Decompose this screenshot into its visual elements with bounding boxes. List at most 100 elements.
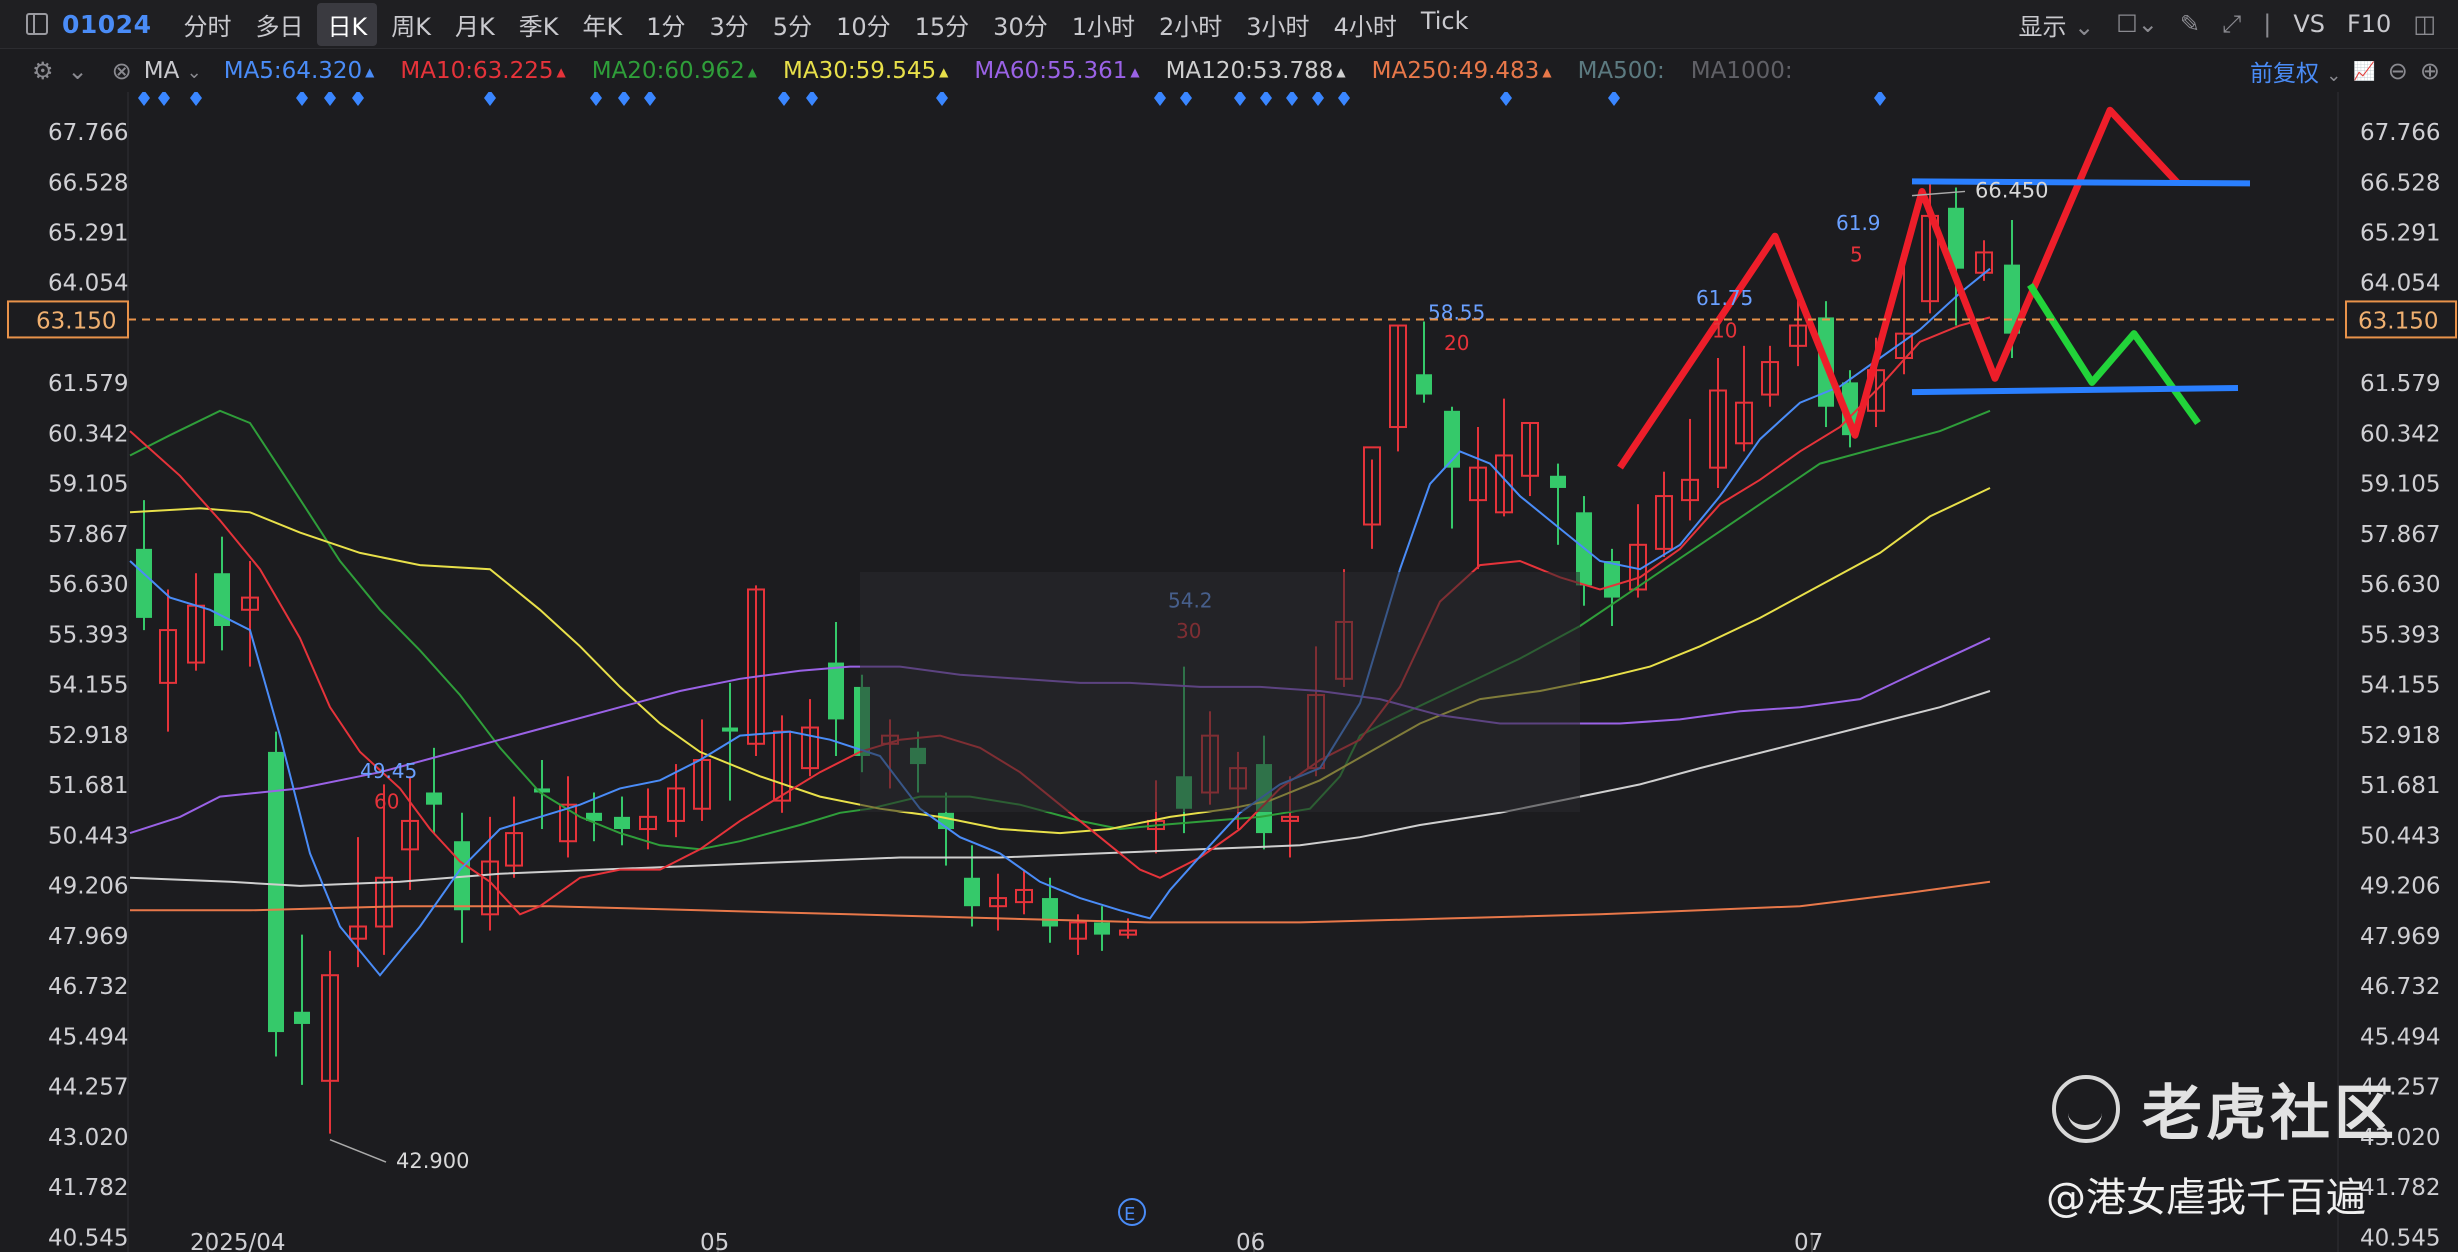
current-price-label: 63.150 <box>2358 308 2438 334</box>
price-label: 66.528 <box>2360 170 2440 196</box>
tab-period[interactable]: 15分 <box>905 3 980 46</box>
resistance-line <box>1911 178 2251 187</box>
price-label: 43.020 <box>48 1125 128 1151</box>
candle-body <box>1604 561 1620 598</box>
tab-period[interactable]: 日K <box>317 2 378 46</box>
tab-period[interactable]: 1分 <box>636 3 695 46</box>
signal-diamond <box>778 92 790 106</box>
f10-button[interactable]: F10 <box>2347 10 2391 38</box>
price-label: 46.732 <box>48 974 128 1000</box>
signal-diamond <box>1338 92 1350 106</box>
tab-period[interactable]: 周K <box>381 3 441 46</box>
price-label: 59.105 <box>48 472 128 498</box>
close-icon[interactable]: ⊗ <box>112 57 132 85</box>
ma-arrow-icon: ▲ <box>1130 64 1140 79</box>
pen-icon[interactable]: ✎ <box>2180 10 2200 38</box>
price-label: 54.155 <box>48 673 128 699</box>
date-label: 05 <box>700 1230 729 1252</box>
tab-period[interactable]: 月K <box>445 3 505 46</box>
layout-select[interactable]: ☐⌄ <box>2116 10 2158 38</box>
tab-period[interactable]: 多日 <box>245 3 313 46</box>
gear-icon[interactable]: ⚙ <box>32 57 54 85</box>
price-label: 54.155 <box>2360 673 2440 699</box>
price-label: 41.782 <box>48 1175 128 1201</box>
vs-button[interactable]: VS <box>2293 10 2325 38</box>
price-label: 60.342 <box>48 421 128 447</box>
sidebar-toggle-icon[interactable] <box>26 13 48 35</box>
price-label: 59.105 <box>2360 472 2440 498</box>
tab-period[interactable]: 3小时 <box>1236 3 1319 46</box>
date-label: 07 <box>1794 1230 1823 1252</box>
ma-value[interactable]: MA500: <box>1578 58 1665 84</box>
annotation-label: 60 <box>374 790 399 814</box>
price-label: 52.918 <box>2360 723 2440 749</box>
tab-period[interactable]: 3分 <box>700 3 759 46</box>
ma-value[interactable]: MA120:53.788 ▲ <box>1166 58 1346 84</box>
ma-value[interactable]: MA30:59.545 ▲ <box>783 58 948 84</box>
tab-period[interactable]: 年K <box>572 3 632 46</box>
candle-body <box>1416 374 1432 395</box>
signal-diamond <box>590 92 602 106</box>
annotation-label: 10 <box>1712 319 1737 343</box>
annotation-label: E <box>1124 1204 1135 1225</box>
annotation-label: 66.450 <box>1975 178 2048 202</box>
tab-period[interactable]: 分时 <box>173 3 241 46</box>
signal-diamond <box>296 92 308 106</box>
tab-period[interactable]: Tick <box>1411 3 1479 46</box>
price-label: 41.782 <box>2360 1175 2440 1201</box>
fullscreen-icon[interactable]: ⤢ <box>2222 10 2241 38</box>
signal-diamond <box>1180 92 1192 106</box>
leader-line <box>329 1138 387 1163</box>
signal-diamond <box>352 92 364 106</box>
ma-value[interactable]: MA1000: <box>1691 58 1793 84</box>
ma-value[interactable]: MA60:55.361 ▲ <box>974 58 1139 84</box>
support-line <box>1911 385 2239 396</box>
zoom-in-icon[interactable]: ⊕ <box>2420 57 2440 85</box>
adjust-select[interactable]: 前复权 ⌄ <box>2250 54 2341 88</box>
price-label: 55.393 <box>48 622 128 648</box>
annotation-label: 58.55 <box>1428 300 1485 324</box>
chevron-down-icon: ⌄ <box>2326 65 2342 86</box>
tab-period[interactable]: 2小时 <box>1149 3 1232 46</box>
tab-period[interactable]: 10分 <box>826 3 901 46</box>
price-label: 57.867 <box>48 522 128 548</box>
candle-body <box>136 548 152 618</box>
candle-body <box>426 792 442 805</box>
ma-value[interactable]: MA20:60.962 ▲ <box>592 58 757 84</box>
display-menu[interactable]: 显示 ⌄ <box>2019 7 2095 42</box>
price-label: 44.257 <box>48 1075 128 1101</box>
price-label: 57.867 <box>2360 522 2440 548</box>
zoom-out-icon[interactable]: ⊖ <box>2388 57 2408 85</box>
candle-body <box>1042 898 1058 927</box>
price-label: 60.342 <box>2360 421 2440 447</box>
tab-period[interactable]: 30分 <box>983 3 1058 46</box>
indicator-select[interactable]: MA ⌄ <box>144 58 202 84</box>
collapse-icon[interactable]: ⌄ <box>68 57 88 85</box>
tab-period[interactable]: 4小时 <box>1324 3 1407 46</box>
signal-diamond <box>806 92 818 106</box>
price-label: 64.054 <box>48 271 128 297</box>
ma-value[interactable]: MA10:63.225 ▲ <box>400 58 565 84</box>
stock-code[interactable]: 01024 <box>62 10 151 39</box>
current-price-label: 63.150 <box>36 308 116 334</box>
tab-period[interactable]: 季K <box>509 3 569 46</box>
signal-diamond <box>1234 92 1246 106</box>
chart-type-icon[interactable]: 📈 <box>2353 61 2375 82</box>
signal-diamond <box>158 92 170 106</box>
candle-body <box>964 877 980 907</box>
ma-arrow-icon: ▲ <box>1542 64 1552 79</box>
price-label: 67.766 <box>48 120 128 146</box>
price-label: 50.443 <box>48 823 128 849</box>
signal-diamond <box>1874 92 1886 106</box>
tab-period[interactable]: 5分 <box>763 3 822 46</box>
price-label: 45.494 <box>48 1024 128 1050</box>
signal-diamond <box>1154 92 1166 106</box>
price-label: 49.206 <box>2360 874 2440 900</box>
ma-value[interactable]: MA250:49.483 ▲ <box>1372 58 1552 84</box>
price-label: 49.206 <box>48 874 128 900</box>
annotation-label: 5 <box>1850 243 1863 267</box>
tab-period[interactable]: 1小时 <box>1062 3 1145 46</box>
panel-icon[interactable]: ◫ <box>2413 10 2436 38</box>
ma-value[interactable]: MA5:64.320 ▲ <box>224 58 375 84</box>
ma-arrow-icon: ▲ <box>747 64 758 79</box>
